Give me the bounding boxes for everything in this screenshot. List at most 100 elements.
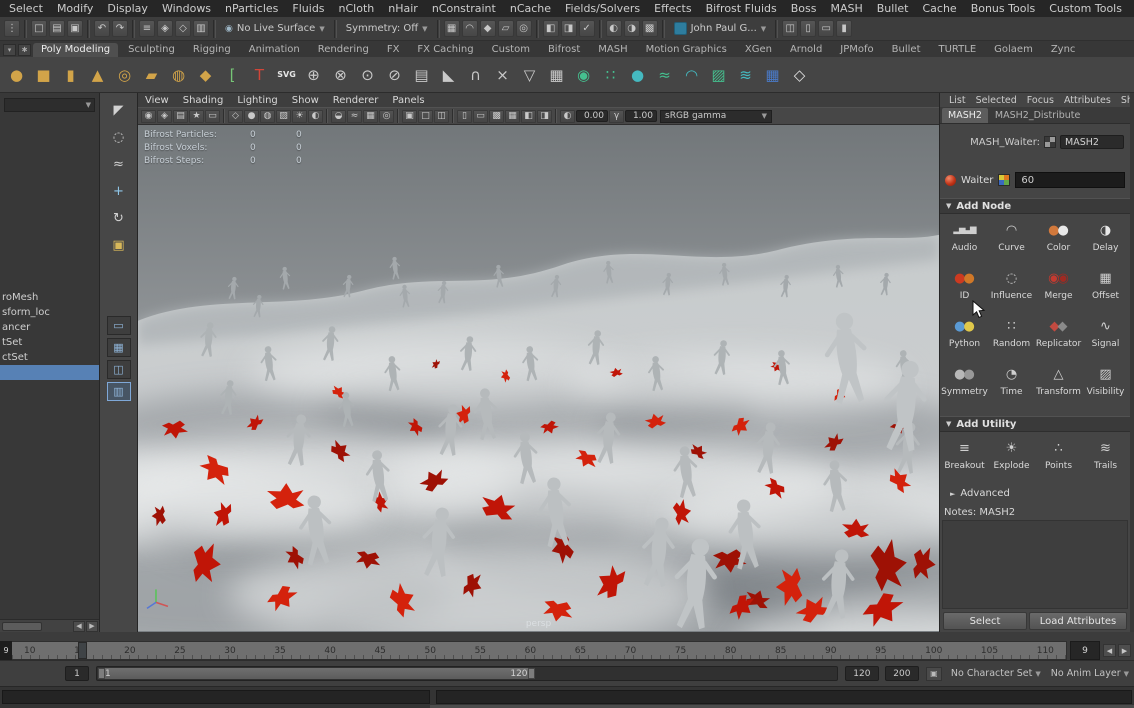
motion-blur-icon[interactable]: ≈ — [347, 109, 362, 123]
add-node-section-header[interactable]: ▼ Add Node — [940, 198, 1130, 214]
select-component-icon[interactable]: ◇ — [175, 20, 191, 37]
render-settings-icon[interactable]: ▩ — [641, 20, 658, 37]
shelf-tab-zync[interactable]: Zync — [1043, 43, 1084, 57]
shelf-gear-icon[interactable]: ✱ — [18, 44, 31, 56]
shelf-tab-turtle[interactable]: TURTLE — [931, 43, 985, 57]
node-breakout[interactable]: ≡ Breakout — [941, 434, 988, 482]
scale-tool[interactable]: ▣ — [106, 233, 131, 258]
ae-menu-list[interactable]: List — [944, 95, 971, 106]
playback-range-highlight[interactable]: 1 120 — [98, 668, 535, 679]
layout-two-pane-side-button[interactable]: ◫ — [106, 360, 131, 379]
node-offset[interactable]: ▦ Offset — [1082, 264, 1129, 312]
poly-torus-icon[interactable]: ◎ — [111, 59, 138, 90]
outliner-hscrollbar[interactable]: ◀ ▶ — [0, 619, 99, 632]
safe-title-icon[interactable]: ◨ — [537, 109, 552, 123]
shelf-tab-fx-caching[interactable]: FX Caching — [409, 43, 481, 57]
attribute-editor-toggle-icon[interactable]: ▯ — [800, 20, 817, 37]
snap-curve-icon[interactable]: ◠ — [461, 20, 478, 37]
notes-textarea[interactable] — [942, 520, 1128, 609]
bifrost-graph-icon[interactable]: ◇ — [786, 59, 813, 90]
wireframe-on-shaded-icon[interactable]: ◍ — [260, 109, 275, 123]
shelf-tab-poly-modeling[interactable]: Poly Modeling — [33, 43, 119, 57]
menu-modify[interactable]: Modify — [50, 2, 100, 15]
safe-action-icon[interactable]: ◧ — [521, 109, 536, 123]
node-trails[interactable]: ≋ Trails — [1082, 434, 1129, 482]
shelf-tab-custom[interactable]: Custom — [484, 43, 538, 57]
time-slider[interactable]: 1015202530354045505560657075808590951001… — [12, 641, 1067, 660]
menu-nconstraint[interactable]: nConstraint — [425, 2, 503, 15]
depth-of-field-icon[interactable]: ◎ — [379, 109, 394, 123]
current-frame-field[interactable]: 9 — [1070, 641, 1100, 660]
colorspace-dropdown[interactable]: sRGB gamma ▼ — [660, 109, 772, 123]
outliner-item-ancer[interactable]: ancer — [0, 320, 99, 335]
gate-mask-icon[interactable]: ▩ — [489, 109, 504, 123]
xray-icon[interactable]: □ — [418, 109, 433, 123]
shelf-tab-sculpting[interactable]: Sculpting — [120, 43, 183, 57]
exposure-field[interactable]: 0.00 — [576, 110, 608, 122]
menu-effects[interactable]: Effects — [647, 2, 698, 15]
open-scene-icon[interactable]: ▤ — [49, 20, 65, 37]
waiter-count-field[interactable]: 60 — [1015, 172, 1125, 188]
menu-nparticles[interactable]: nParticles — [218, 2, 285, 15]
select-tool[interactable]: ◤ — [106, 98, 131, 123]
poly-bridge-icon[interactable]: ∩ — [462, 59, 489, 90]
shelf-tab-mash[interactable]: MASH — [590, 43, 635, 57]
menu-bullet[interactable]: Bullet — [870, 2, 916, 15]
select-button[interactable]: Select — [943, 612, 1027, 630]
viewport-menu-lighting[interactable]: Lighting — [230, 95, 284, 106]
menu-fields-solvers[interactable]: Fields/Solvers — [558, 2, 647, 15]
shelf-tab-arnold[interactable]: Arnold — [782, 43, 830, 57]
ae-menu-focus[interactable]: Focus — [1022, 95, 1059, 106]
outliner-selected-row[interactable] — [0, 365, 99, 380]
mash-signal-icon[interactable]: ≈ — [651, 59, 678, 90]
checker-swatch-icon[interactable] — [1044, 136, 1056, 148]
film-gate-icon[interactable]: ▭ — [473, 109, 488, 123]
image-plane-icon[interactable]: ▭ — [205, 109, 220, 123]
menu-bifrost-fluids[interactable]: Bifrost Fluids — [699, 2, 784, 15]
viewport-menu-view[interactable]: View — [138, 95, 176, 106]
menu-3dtoall[interactable]: -3DtoAll- — [1129, 2, 1134, 15]
scroll-right-icon[interactable]: ▶ — [86, 620, 98, 632]
shelf-tab-fx[interactable]: FX — [379, 43, 408, 57]
live-surface-dropdown[interactable]: ◉ No Live Surface ▼ — [219, 22, 331, 35]
textured-icon[interactable]: ▨ — [276, 109, 291, 123]
menu-fluids[interactable]: Fluids — [285, 2, 331, 15]
node-audio[interactable]: ▂▅▃▆ Audio — [941, 216, 988, 264]
step-forward-icon[interactable]: ▶ — [1118, 644, 1131, 657]
menu-windows[interactable]: Windows — [155, 2, 218, 15]
isolate-select-icon[interactable]: ▣ — [402, 109, 417, 123]
range-slider-bar[interactable]: 1 120 — [96, 666, 838, 681]
outliner-item-ctset[interactable]: ctSet — [0, 350, 99, 365]
poly-cone-icon[interactable]: ▲ — [84, 59, 111, 90]
joint-xray-icon[interactable]: ◫ — [434, 109, 449, 123]
poly-bevel-icon[interactable]: ◣ — [435, 59, 462, 90]
outliner-filter-dropdown[interactable]: ▼ — [4, 98, 95, 112]
rotate-tool[interactable]: ↻ — [106, 206, 131, 231]
poly-cylinder-icon[interactable]: ▮ — [57, 59, 84, 90]
paint-select-tool[interactable]: ≈ — [106, 152, 131, 177]
outliner-item-romesh[interactable]: roMesh — [0, 290, 99, 305]
node-merge[interactable]: ◉ ◉ Merge — [1035, 264, 1082, 312]
lasso-tool[interactable]: ◌ — [106, 125, 131, 150]
character-set-dropdown[interactable]: No Character Set ▼ — [946, 668, 1046, 679]
shelf-menu-icon[interactable]: ▾ — [3, 44, 16, 56]
node-visibility[interactable]: ▨ Visibility — [1082, 360, 1129, 408]
viewport-menu-show[interactable]: Show — [285, 95, 326, 106]
sphere-combine-icon[interactable]: ⊕ — [300, 59, 327, 90]
mash-visibility-icon[interactable]: ▨ — [705, 59, 732, 90]
user-account[interactable]: John Paul G... ▼ — [668, 22, 773, 35]
outliner-item-tset[interactable]: tSet — [0, 335, 99, 350]
menu-ncache[interactable]: nCache — [503, 2, 558, 15]
new-scene-icon[interactable]: □ — [31, 20, 47, 37]
node-time[interactable]: ◔ Time — [988, 360, 1035, 408]
menu-boss[interactable]: Boss — [784, 2, 824, 15]
mash-curve-icon[interactable]: ◠ — [678, 59, 705, 90]
menu-bonus-tools[interactable]: Bonus Tools — [964, 2, 1043, 15]
shelf-tab-animation[interactable]: Animation — [241, 43, 308, 57]
sculpt-divider-icon[interactable]: [ — [219, 59, 246, 90]
gamma-icon[interactable]: γ — [609, 109, 624, 123]
shelf-tab-rendering[interactable]: Rendering — [310, 43, 377, 57]
camera-attributes-icon[interactable]: ▤ — [173, 109, 188, 123]
input-connections-icon[interactable]: ◧ — [542, 20, 559, 37]
animation-start-field[interactable]: 1 — [65, 666, 89, 681]
